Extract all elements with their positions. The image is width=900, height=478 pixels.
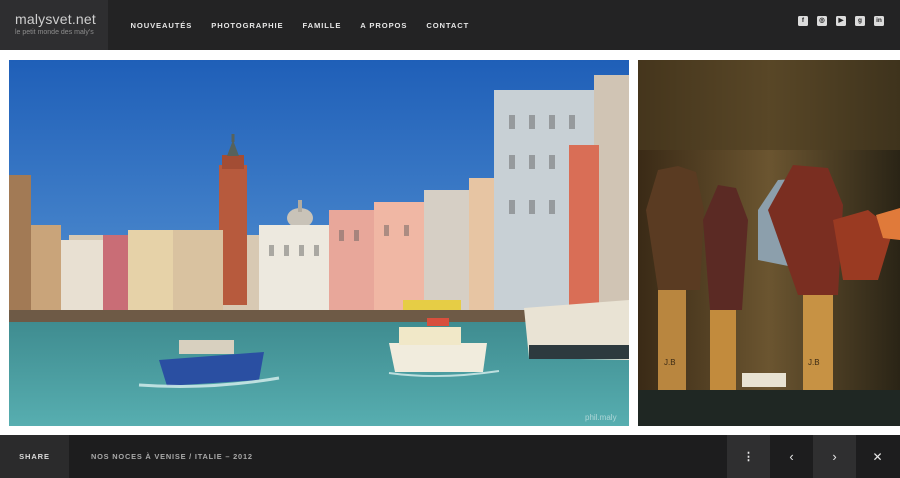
nav-item-contact[interactable]: CONTACT [426, 21, 469, 30]
photo-watermark: phil.maly [585, 413, 617, 422]
linkedin-icon[interactable]: in [874, 16, 884, 26]
share-button[interactable]: SHARE [0, 435, 69, 478]
main-menu: NOUVEAUTÉS PHOTOGRAPHIE FAMILLE A PROPOS… [121, 0, 479, 50]
close-button[interactable]: ✕ [856, 435, 899, 478]
gallery-footer-bar: SHARE NOS NOCES À VENISE / ITALIE – 2012… [0, 435, 900, 478]
nav-item-famille[interactable]: FAMILLE [303, 21, 342, 30]
social-links: f ◎ ▶ g in [798, 16, 884, 26]
youtube-icon[interactable]: ▶ [836, 16, 846, 26]
svg-text:J.B: J.B [808, 358, 820, 367]
next-photo-button[interactable]: › [813, 435, 856, 478]
google-plus-icon[interactable]: g [855, 16, 865, 26]
facebook-icon[interactable]: f [798, 16, 808, 26]
site-tagline: le petit monde des maly's [15, 29, 94, 36]
nav-item-nouveautes[interactable]: NOUVEAUTÉS [131, 21, 193, 30]
next-photo-preview[interactable]: J.B J.B [638, 60, 900, 426]
top-navigation-bar: malysvet.net le petit monde des maly's N… [0, 0, 900, 50]
info-button[interactable]: ⋮ [727, 435, 770, 478]
nav-item-photographie[interactable]: PHOTOGRAPHIE [211, 21, 283, 30]
instagram-icon[interactable]: ◎ [817, 16, 827, 26]
photo-caption: NOS NOCES À VENISE / ITALIE – 2012 [91, 452, 253, 461]
previous-photo-button[interactable]: ‹ [770, 435, 813, 478]
site-title: malysvet.net [15, 11, 96, 27]
venice-grand-canal-image: phil.maly [9, 60, 629, 426]
main-photo[interactable]: phil.maly [9, 60, 629, 426]
svg-text:J.B: J.B [664, 358, 676, 367]
nav-item-a-propos[interactable]: A PROPOS [360, 21, 407, 30]
site-logo[interactable]: malysvet.net le petit monde des maly's [0, 0, 108, 50]
gloves-shop-window-image: J.B J.B [638, 60, 900, 426]
